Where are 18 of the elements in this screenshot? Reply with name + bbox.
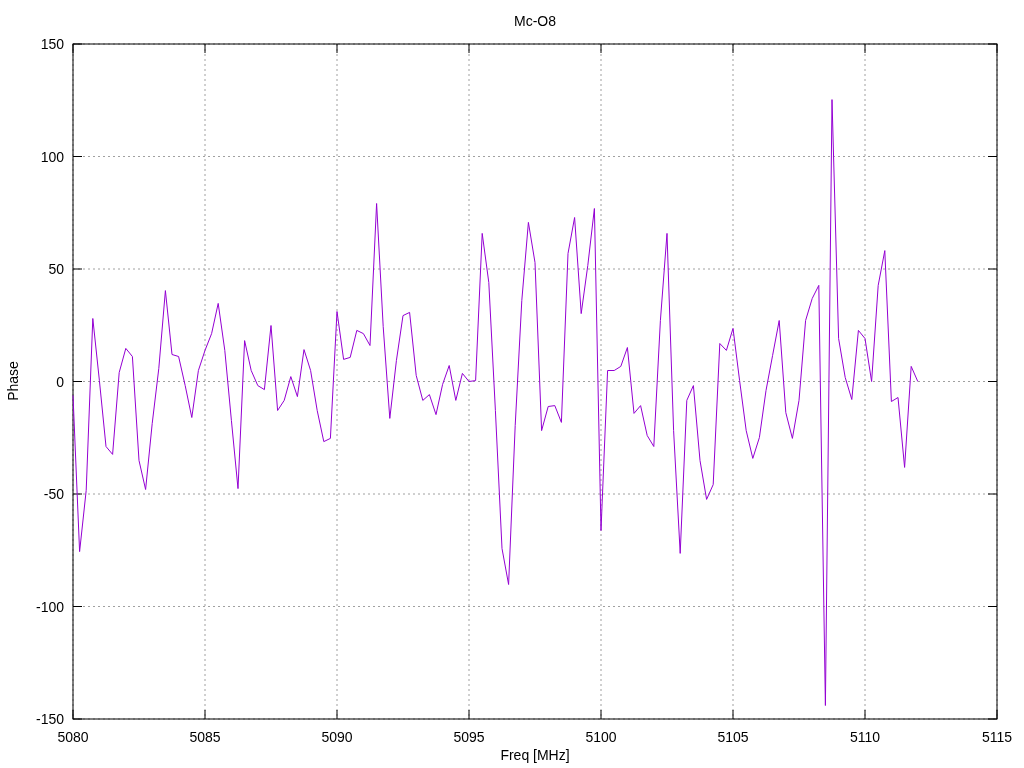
tick-label: 50: [48, 261, 64, 277]
tick-label: 100: [40, 148, 64, 165]
axis-label: Freq [MHz]: [500, 747, 570, 763]
tick-label: -150: [35, 711, 64, 727]
tick-label: -100: [35, 598, 64, 615]
tick-label: 0: [56, 373, 64, 390]
tick-label: 5115: [981, 729, 1013, 745]
tick-label: 5080: [57, 729, 89, 745]
tick-label: 5100: [585, 729, 617, 745]
chart-title: Mc-O8: [514, 13, 556, 29]
tick-label: 5095: [453, 729, 485, 745]
axis-label: Phase: [5, 361, 21, 401]
tick-label: 5105: [717, 729, 749, 745]
tick-label: 5085: [189, 729, 221, 745]
tick-label: -50: [43, 486, 64, 502]
tick-label: 5090: [321, 729, 353, 745]
tick-label: 5110: [849, 729, 881, 745]
tick-label: 150: [40, 36, 64, 52]
